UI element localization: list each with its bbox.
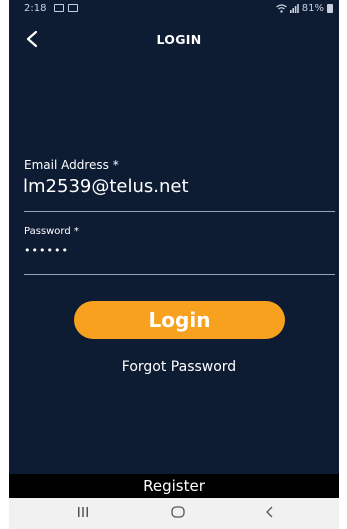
- login-button[interactable]: Login: [74, 301, 285, 339]
- password-label: Password *: [24, 226, 79, 237]
- image-icon: [68, 4, 78, 12]
- login-screen: 2:18 81% LOGIN Email Address * lm2539@te…: [9, 0, 339, 529]
- register-button[interactable]: Register: [9, 474, 339, 498]
- recent-apps-icon[interactable]: [77, 506, 89, 518]
- status-bar: 2:18 81%: [9, 0, 339, 18]
- message-icon: [54, 4, 64, 12]
- forgot-password-link[interactable]: Forgot Password: [9, 359, 339, 375]
- home-icon[interactable]: [171, 506, 185, 518]
- back-icon[interactable]: [264, 506, 276, 518]
- status-time: 2:18: [24, 3, 47, 14]
- signal-icon: [289, 4, 299, 13]
- wifi-icon: [275, 4, 287, 13]
- email-label: Email Address *: [24, 158, 119, 172]
- battery-icon: [327, 4, 333, 13]
- page-title: LOGIN: [156, 32, 202, 47]
- password-underline: [24, 274, 335, 275]
- password-field[interactable]: ••••••: [24, 244, 69, 257]
- status-right-group: 81%: [275, 3, 333, 14]
- battery-percent: 81%: [301, 3, 324, 14]
- android-nav-bar: [9, 498, 339, 529]
- email-field[interactable]: lm2539@telus.net: [23, 176, 189, 197]
- email-underline: [24, 211, 335, 212]
- notification-icons: [54, 4, 78, 12]
